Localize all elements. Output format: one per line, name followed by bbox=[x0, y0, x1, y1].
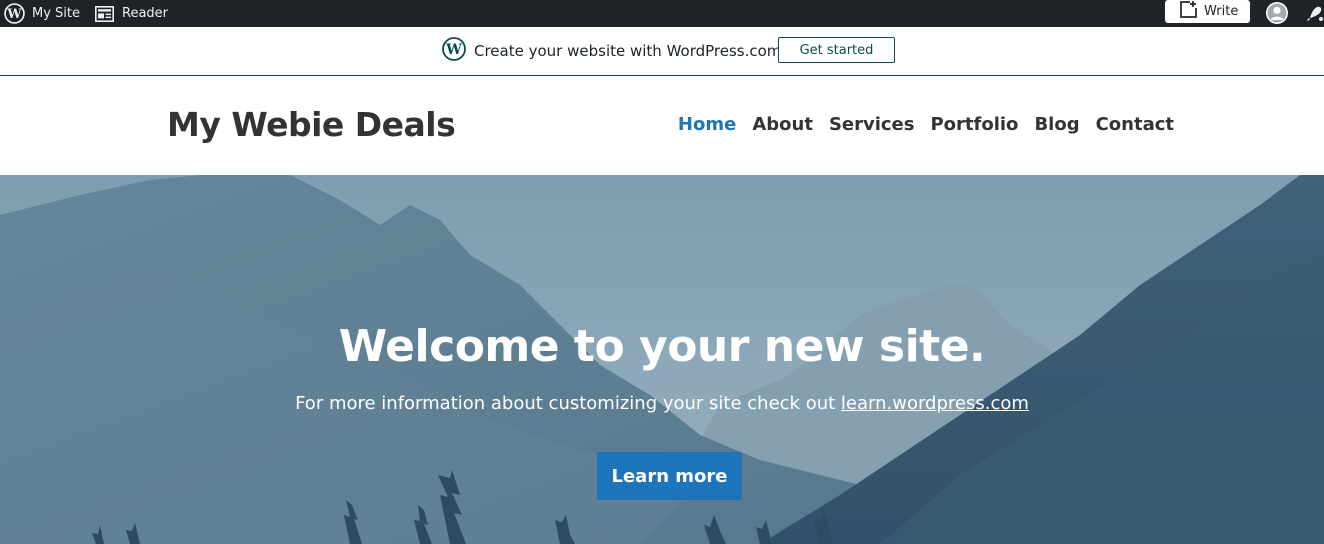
site-header: My Webie Deals Home About Services Portf… bbox=[0, 76, 1324, 175]
my-site-link[interactable]: W My Site bbox=[4, 0, 80, 27]
nav-item-about[interactable]: About bbox=[752, 114, 813, 135]
get-started-button[interactable]: Get started bbox=[778, 37, 895, 63]
avatar[interactable] bbox=[1266, 2, 1288, 24]
hero-section: Welcome to your new site. For more infor… bbox=[0, 175, 1324, 544]
hero-subtitle: For more information about customizing y… bbox=[0, 393, 1324, 414]
wordpress-logo-icon: W bbox=[442, 37, 466, 65]
main-nav: Home About Services Portfolio Blog Conta… bbox=[678, 114, 1174, 135]
promo-text: Create your website with WordPress.com bbox=[474, 42, 782, 60]
svg-text:W: W bbox=[6, 6, 22, 21]
nav-item-home[interactable]: Home bbox=[678, 114, 736, 135]
notifications-bell-icon[interactable] bbox=[1304, 4, 1324, 24]
write-button[interactable]: Write bbox=[1165, 0, 1250, 23]
nav-item-blog[interactable]: Blog bbox=[1034, 114, 1079, 135]
nav-item-services[interactable]: Services bbox=[829, 114, 915, 135]
learn-more-button[interactable]: Learn more bbox=[597, 452, 742, 500]
nav-item-portfolio[interactable]: Portfolio bbox=[930, 114, 1018, 135]
hero-subtitle-text: For more information about customizing y… bbox=[295, 393, 841, 414]
reader-label: Reader bbox=[122, 6, 169, 21]
write-label: Write bbox=[1204, 4, 1239, 19]
reader-link[interactable]: Reader bbox=[95, 0, 168, 27]
site-title[interactable]: My Webie Deals bbox=[167, 105, 456, 144]
nav-item-contact[interactable]: Contact bbox=[1096, 114, 1174, 135]
svg-text:W: W bbox=[445, 42, 462, 58]
wordpress-logo-icon: W bbox=[4, 3, 25, 24]
my-site-label: My Site bbox=[32, 6, 81, 21]
promo-banner: W Create your website with WordPress.com… bbox=[0, 27, 1324, 76]
admin-bar: W My Site Reader Write bbox=[0, 0, 1324, 27]
reader-icon bbox=[95, 5, 114, 22]
write-icon bbox=[1165, 0, 1204, 23]
learn-wordpress-link[interactable]: learn.wordpress.com bbox=[841, 393, 1029, 414]
hero-title: Welcome to your new site. bbox=[338, 321, 986, 372]
promo-message: W Create your website with WordPress.com bbox=[442, 27, 781, 75]
